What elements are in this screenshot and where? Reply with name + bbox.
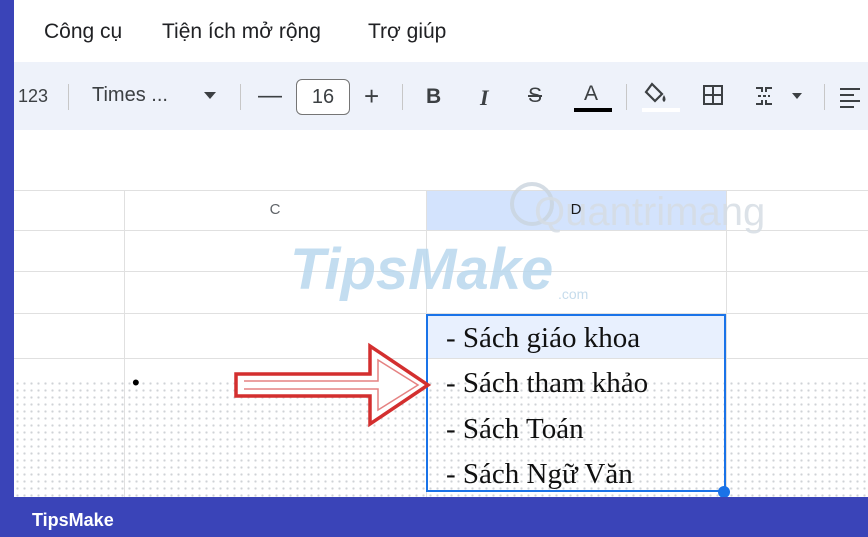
borders-icon xyxy=(703,85,723,105)
chevron-down-icon xyxy=(204,92,216,99)
font-family-select[interactable]: Times ... xyxy=(92,84,220,112)
align-button[interactable] xyxy=(838,86,862,108)
borders-button[interactable] xyxy=(702,84,724,106)
number-format-button[interactable]: 123 xyxy=(18,86,48,107)
toolbar-divider xyxy=(68,84,69,110)
toolbar-divider xyxy=(240,84,241,110)
toolbar: 123 Times ... — 16 + B I S A xyxy=(14,62,868,130)
increase-font-size-button[interactable]: + xyxy=(364,81,379,112)
paint-bucket-icon xyxy=(642,82,680,112)
tipsmake-watermark: TipsMake xyxy=(290,237,554,302)
align-left-icon xyxy=(840,88,860,108)
column-header-c[interactable]: C xyxy=(124,190,426,230)
spreadsheet-app: Công cụ Tiện ích mở rộng Trợ giúp 123 Ti… xyxy=(14,0,868,497)
text-color-button[interactable]: A xyxy=(574,80,612,114)
fill-handle[interactable] xyxy=(718,486,730,497)
toolbar-divider xyxy=(824,84,825,110)
menu-tools[interactable]: Công cụ xyxy=(44,20,122,44)
tipsmake-domain-watermark: .com xyxy=(558,286,589,302)
footer-brand: TipsMake xyxy=(32,510,114,530)
merge-cells-button[interactable] xyxy=(754,84,810,108)
toolbar-divider xyxy=(626,84,627,110)
menu-help[interactable]: Trợ giúp xyxy=(368,20,446,44)
quantrimang-watermark: Quantrimang xyxy=(534,190,766,234)
fill-color-button[interactable] xyxy=(642,78,682,116)
decrease-font-size-button[interactable]: — xyxy=(258,82,282,110)
menu-bar: Công cụ Tiện ích mở rộng Trợ giúp xyxy=(14,0,868,62)
bullet-dot: • xyxy=(132,370,140,395)
merge-cells-icon xyxy=(756,87,802,105)
menu-extensions[interactable]: Tiện ích mở rộng xyxy=(162,20,321,44)
italic-button[interactable]: I xyxy=(480,85,489,111)
text-color-swatch xyxy=(574,108,612,112)
cell-text[interactable]: - Sách Ngữ Văn xyxy=(446,458,633,491)
toolbar-divider xyxy=(402,84,403,110)
text-color-label: A xyxy=(584,82,599,105)
bold-button[interactable]: B xyxy=(426,85,441,109)
strikethrough-button[interactable]: S xyxy=(528,84,542,108)
cell-text[interactable]: - Sách giáo khoa xyxy=(446,322,640,355)
formula-area xyxy=(14,130,868,190)
cell-text[interactable]: - Sách tham khảo xyxy=(446,367,648,400)
arrow-icon xyxy=(234,342,432,428)
font-size-input[interactable]: 16 xyxy=(296,79,350,115)
font-family-value: Times ... xyxy=(92,84,168,106)
cell-text[interactable]: - Sách Toán xyxy=(446,413,584,446)
